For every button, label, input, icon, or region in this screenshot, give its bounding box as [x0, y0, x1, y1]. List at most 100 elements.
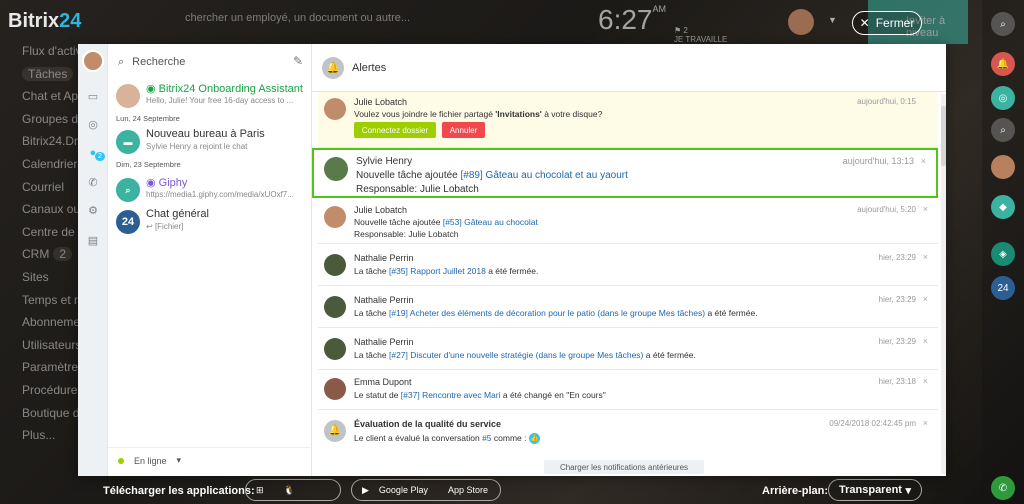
global-search-input[interactable]: chercher un employé, un document ou autr…	[185, 12, 410, 24]
task-link[interactable]: [#37] Rencontre avec Mari	[401, 390, 501, 400]
avatar[interactable]: ◆	[991, 195, 1015, 219]
left-menu-item[interactable]: Chat et Appels	[0, 89, 80, 112]
chat-name-text: Bitrix24 Onboarding Assistant	[158, 83, 303, 95]
edit-icon[interactable]: ✎	[293, 54, 303, 68]
chat-search-input[interactable]: Recherche	[132, 56, 185, 68]
avatar[interactable]	[991, 155, 1015, 179]
list-item[interactable]: ◉ Bitrix24 Onboarding Assistant Hello, J…	[116, 82, 306, 114]
notifications-icon[interactable]: ● 2	[86, 146, 105, 161]
avatar	[324, 378, 346, 400]
list-item: Julie Lobatch aujourd'hui, 0:15 Voulez v…	[318, 92, 938, 148]
clock: 6:27AM	[598, 4, 666, 36]
list-item: Emma Dupont hier, 23:18 × Le statut de […	[318, 372, 938, 410]
clock-time: 6:27	[598, 4, 653, 35]
work-status[interactable]: ⚑ 2 JE TRAVAILLE	[674, 26, 727, 44]
left-menu-item[interactable]: Bitrix24.Drive	[0, 134, 80, 157]
connect-folder-button[interactable]: Connectez dossier	[354, 122, 436, 138]
task-link[interactable]: [#19] Acheter des éléments de décoration…	[389, 308, 705, 318]
gear-icon[interactable]: ⚙	[86, 204, 100, 218]
left-menu-item[interactable]: Centre de contact	[0, 225, 80, 248]
avatar	[116, 84, 140, 108]
search-icon[interactable]: ⌕	[991, 118, 1015, 142]
avatar[interactable]	[82, 50, 104, 72]
close-icon[interactable]: ×	[923, 418, 928, 428]
close-icon[interactable]: ×	[923, 336, 928, 346]
left-menu-item[interactable]: Plus...	[0, 428, 80, 451]
download-label: Télécharger les applications:	[103, 485, 255, 497]
chat-icon[interactable]: 24	[991, 276, 1015, 300]
bell-icon[interactable]: 🔔	[991, 52, 1015, 76]
left-menu-item[interactable]: Flux d'activités	[0, 44, 80, 67]
notification-author: Évaluation de la qualité du service	[354, 419, 502, 429]
left-menu-item[interactable]: Courriel	[0, 180, 80, 203]
left-menu-item[interactable]: Temps et rapports	[0, 293, 80, 316]
left-menu-item[interactable]: Utilisateurs	[0, 338, 80, 361]
list-item[interactable]: ⌕ ◉ Giphy https://media1.giphy.com/media…	[116, 176, 306, 208]
chat-preview-text: [Fichier]	[154, 222, 184, 231]
close-icon[interactable]: ×	[923, 204, 928, 214]
left-menu-item-label: Procédure d'affaires	[22, 382, 80, 397]
scrollbar[interactable]	[941, 94, 946, 474]
task-link[interactable]: [#35] Rapport Juillet 2018	[389, 266, 486, 276]
close-icon[interactable]: ×	[923, 252, 928, 262]
app-store-button[interactable]: App Store	[448, 485, 488, 495]
left-menu-item-label: Abonnement	[22, 315, 80, 330]
text-part: a été fermée.	[643, 350, 696, 360]
left-menu-item[interactable]: Paramètres	[0, 360, 80, 383]
left-menu-item[interactable]: Calendrier	[0, 157, 80, 180]
left-menu-item-label: Centre de contact	[22, 224, 80, 239]
mobile-apps[interactable]: ▶ Google Play App Store	[351, 479, 501, 501]
left-menu-item[interactable]: Sites	[0, 270, 80, 293]
close-button[interactable]: ✕ Fermer	[852, 11, 922, 35]
task-link[interactable]: [#27] Discuter d'une nouvelle stratégie …	[389, 350, 643, 360]
left-menu-item[interactable]: Abonnement	[0, 315, 80, 338]
left-menu-item[interactable]: CRM 2	[0, 247, 80, 270]
status-dot-icon	[118, 457, 124, 464]
text-part: Nouvelle tâche ajoutée	[354, 217, 443, 227]
chat-icon[interactable]: ▭	[86, 90, 100, 104]
list-item: Nathalie Perrin hier, 23:29 × La tâche […	[318, 332, 938, 370]
support-icon[interactable]: ◎	[991, 86, 1015, 110]
left-menu-item[interactable]: Procédure d'affaires	[0, 383, 80, 406]
left-menu: Flux d'activités Tâches Chat et Appels Grou…	[0, 44, 80, 451]
close-icon[interactable]: ×	[923, 376, 928, 386]
avatar: ⌕	[116, 178, 140, 202]
left-menu-item-label: Temps et rapports	[22, 292, 80, 307]
message-icon[interactable]: ▤	[86, 234, 100, 248]
close-icon[interactable]: ×	[923, 294, 928, 304]
avatar	[324, 338, 346, 360]
status-selector[interactable]: En ligne ▾	[118, 455, 181, 466]
avatar: 24	[116, 210, 140, 234]
search-icon[interactable]: ⌕	[991, 12, 1015, 36]
chevron-down-icon[interactable]: ▼	[828, 15, 837, 25]
scrollbar-thumb[interactable]	[941, 106, 946, 166]
left-menu-item[interactable]: Tâches	[0, 66, 80, 90]
google-play-button[interactable]: Google Play	[379, 485, 428, 495]
background-select[interactable]: Transparent ▾	[828, 479, 922, 501]
conversation-link[interactable]: #5	[482, 433, 491, 443]
list-item[interactable]: ▬ Nouveau bureau à Paris Sylvie Henry a …	[116, 128, 306, 160]
task-link[interactable]: [#89] Gâteau au chocolat et au yaourt	[461, 170, 628, 181]
list-item[interactable]: 24 Chat général ↩ [Fichier]	[116, 208, 306, 240]
left-menu-item[interactable]: Canaux ouverts	[0, 202, 80, 225]
avatar[interactable]: ◈	[991, 242, 1015, 266]
cancel-button[interactable]: Annuler	[442, 122, 485, 138]
task-link[interactable]: [#53] Gâteau au chocolat	[443, 217, 538, 227]
phone-icon[interactable]: ✆	[86, 176, 100, 190]
chat-search[interactable]: ⌕ Recherche	[118, 54, 304, 70]
windows-icon[interactable]: ⊞	[256, 485, 264, 496]
notification-text: La tâche [#19] Acheter des éléments de d…	[354, 308, 758, 318]
close-icon[interactable]: ×	[921, 156, 926, 166]
desktop-apps[interactable]: ⊞ 🐧	[245, 479, 341, 501]
left-menu-item[interactable]: Groupes de travail	[0, 112, 80, 135]
user-avatar[interactable]	[788, 9, 814, 35]
close-icon: ✕	[859, 16, 870, 30]
left-menu-item[interactable]: Boutique d'applications	[0, 406, 80, 429]
reply-icon: ↩	[146, 222, 155, 231]
avatar	[324, 157, 348, 181]
support-icon[interactable]: ◎	[86, 118, 100, 132]
load-more-button[interactable]: Charger les notifications antérieures	[544, 460, 704, 474]
notification-author: Julie Lobatch	[354, 205, 408, 215]
text-part: Responsable:	[354, 229, 409, 239]
linux-icon[interactable]: 🐧	[284, 485, 295, 496]
